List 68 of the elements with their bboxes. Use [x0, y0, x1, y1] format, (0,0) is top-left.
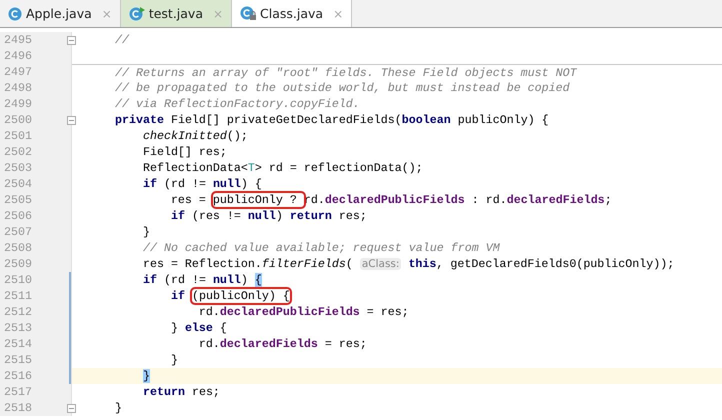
code-text: : rd.: [470, 193, 507, 207]
code-line: }: [170, 352, 179, 368]
line-number: 2502: [3, 144, 32, 160]
code-text: null: [212, 273, 241, 287]
editor-tab[interactable]: test.java ×: [120, 0, 232, 27]
class-icon: [8, 6, 22, 20]
line-number: 2507: [3, 224, 32, 240]
line-number: 2513: [3, 320, 32, 336]
code-line: rd.declaredPublicFields = res;: [198, 304, 410, 320]
line-number: 2504: [3, 176, 32, 192]
line-number: 2495: [3, 32, 32, 48]
line-number: 2516: [3, 368, 32, 384]
line-number: 2501: [3, 128, 32, 144]
locked-class-icon: [240, 6, 256, 21]
code-text: (: [346, 257, 354, 271]
line-number: 2503: [3, 160, 32, 176]
code-line: }: [142, 224, 151, 240]
editor-tab[interactable]: Apple.java ×: [0, 0, 121, 27]
code-line: if (rd != null) {: [142, 176, 263, 192]
highlighted-code: publicOnly ?: [212, 193, 304, 207]
code-text: declaredFields: [506, 193, 605, 207]
code-line: // via ReflectionFactory.copyField.: [114, 96, 361, 112]
line-number: 2508: [3, 240, 32, 256]
line-number: 2505: [3, 192, 32, 208]
code-line: checkInitted();: [142, 128, 249, 144]
line-number: 2506: [3, 208, 32, 224]
code-line: ReflectionData<T> rd = reflectionData();: [142, 160, 424, 176]
code-line: if (res != null) return res;: [170, 208, 368, 224]
code-line: // be propagated to the outside world, but must instead be copied: [114, 80, 571, 96]
line-number: 2515: [3, 352, 32, 368]
line-number: 2498: [3, 80, 32, 96]
code-line: rd.declaredFields = res;: [198, 336, 368, 352]
line-number: 2517: [3, 384, 32, 400]
highlighted-code: (publicOnly) {: [192, 289, 290, 303]
code-line: }: [114, 400, 123, 416]
runnable-class-icon: [128, 6, 145, 20]
code-text: res =: [170, 193, 207, 207]
code-line: private Field[] privateGetDeclaredFields(boolean publicOnly) {: [114, 112, 550, 128]
line-number: 2518: [3, 400, 32, 416]
matched-brace: {: [254, 273, 262, 287]
code-text: ;: [604, 193, 612, 207]
line-number: 2514: [3, 336, 32, 352]
code-text: res = Reflection.: [142, 257, 262, 271]
code-text: declaredPublicFields: [324, 193, 465, 207]
line-number: 2512: [3, 304, 32, 320]
code-line: } else {: [170, 320, 228, 336]
code-line: // No cached value available; request value from VM: [142, 240, 501, 256]
code-text: if: [170, 289, 185, 303]
code-text: , getDeclaredFields0(publicOnly));: [436, 257, 674, 271]
line-number: 2500: [3, 112, 32, 128]
parameter-hint: aClass:: [360, 258, 402, 270]
code-line: return res;: [142, 384, 221, 400]
editor-tab[interactable]: Class.java ×: [232, 0, 352, 27]
line-number: 2496: [3, 48, 32, 64]
code-text: filterFields: [262, 257, 346, 271]
line-number: 2510: [3, 272, 32, 288]
line-number: 2499: [3, 96, 32, 112]
code-text: this: [408, 257, 436, 271]
matched-brace: }: [142, 369, 150, 383]
code-text: if: [142, 273, 157, 287]
line-number: 2497: [3, 64, 32, 80]
line-number: 2511: [3, 288, 32, 304]
code-text: ): [240, 273, 249, 287]
code-line: Field[] res;: [142, 144, 228, 160]
code-text: (rd !=: [162, 273, 207, 287]
code-line: //: [114, 32, 130, 48]
line-number: 2509: [3, 256, 32, 272]
code-line: // Returns an array of "root" fields. These Field objects must NOT: [72, 64, 722, 80]
